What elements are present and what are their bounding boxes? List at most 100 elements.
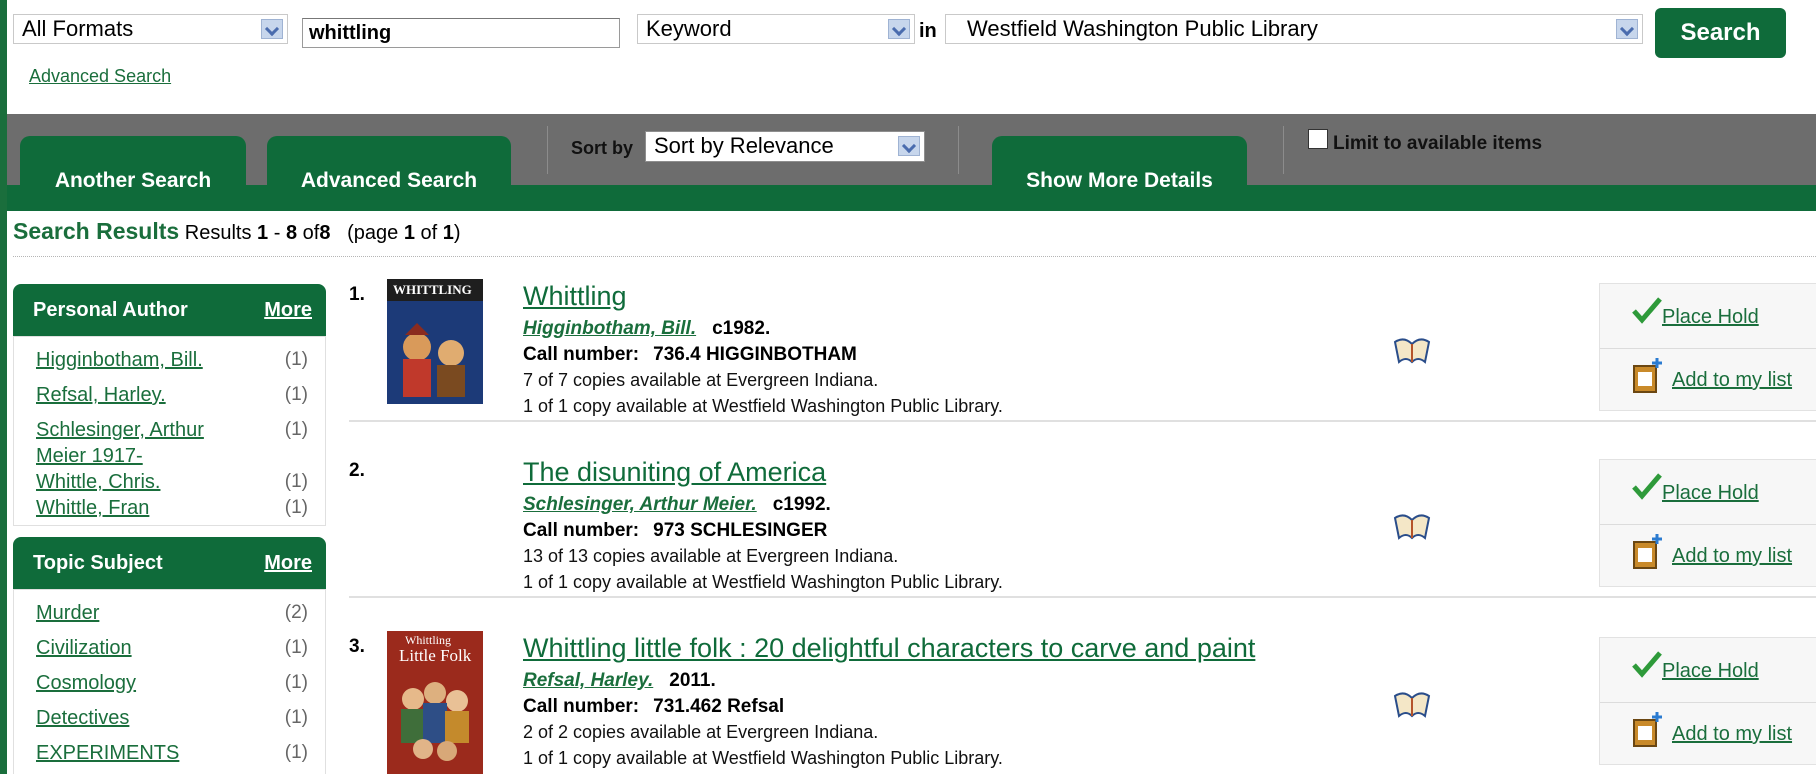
search-results-heading: Search Results [13,218,180,244]
search-type-value: Keyword [646,16,732,41]
call-number-label: Call number: [523,344,640,365]
facet-topic-item[interactable]: EXPERIMENTS [36,740,226,766]
format-select-value: All Formats [22,16,134,41]
action-divider [1600,348,1816,349]
limit-available-checkbox[interactable] [1308,129,1328,149]
library-select[interactable]: Westfield Washington Public Library [945,14,1643,44]
call-number-value: 736.4 HIGGINBOTHAM [653,344,857,365]
results-word: Results [184,222,252,244]
result-actions: Place Hold Add to my list [1599,459,1816,587]
facet-topic-item[interactable]: Cosmology [36,670,226,696]
chevron-down-icon [261,19,283,39]
book-cover-image[interactable]: Whittling Little Folk [387,631,483,774]
facet-author-item[interactable]: Whittle, Fran [36,495,226,521]
facet-title-author: Personal Author [33,298,188,321]
add-to-list-link[interactable]: Add to my list [1672,723,1792,746]
facet-topic-item[interactable]: Murder [36,600,226,626]
facet-count: (1) [284,471,308,492]
chevron-down-icon [898,136,920,156]
result-author-link[interactable]: Higginbotham, Bill. [523,318,696,339]
toolbar-divider [958,126,959,174]
page-number: 1 [403,222,415,244]
facet-header-topic: Topic Subject More [13,537,326,589]
availability-westfield: 1 of 1 copy available at Westfield Washi… [523,396,1003,416]
facet-topic-item[interactable]: Detectives [36,705,226,731]
results-to: 8 [285,222,298,244]
call-number-value: 731.462 Refsal [653,696,785,717]
page-open: (page [347,222,399,244]
availability-evergreen: 2 of 2 copies available at Evergreen Ind… [523,722,879,742]
result-number: 2. [349,460,365,481]
open-book-icon[interactable] [1392,686,1432,720]
facet-more-topic-link[interactable]: More [264,552,312,575]
result-number: 1. [349,284,365,305]
result-title-link[interactable]: Whittling little folk : 20 delightful ch… [523,633,1255,664]
results-dash: - [273,222,281,244]
call-number-value: 973 SCHLESINGER [653,520,828,541]
result-divider [349,420,1816,422]
facet-more-author-link[interactable]: More [264,299,312,322]
search-button[interactable]: Search [1655,8,1786,58]
clipboard-add-icon [1633,712,1662,747]
search-input[interactable] [302,18,620,48]
another-search-label: Another Search [54,168,212,192]
add-to-list-link[interactable]: Add to my list [1672,369,1792,392]
result-number: 3. [349,636,365,657]
open-book-icon[interactable] [1392,332,1432,366]
place-hold-link[interactable]: Place Hold [1662,306,1759,329]
facet-author-item[interactable]: Refsal, Harley. [36,382,226,408]
facet-title-topic: Topic Subject [33,551,163,574]
advanced-search-label: Advanced Search [300,168,478,192]
page-count: 1 [442,222,454,244]
format-select[interactable]: All Formats [13,14,288,44]
check-icon [1632,651,1662,678]
result-author-line: Refsal, Harley. 2011. [523,670,716,692]
in-label: in [919,20,937,42]
facet-count: (2) [284,602,308,623]
show-more-details-label: Show More Details [1026,168,1213,192]
book-cover-image[interactable]: WHITTLING [387,279,483,404]
facet-author-item[interactable]: Whittle, Chris. [36,469,226,495]
place-hold-link[interactable]: Place Hold [1662,482,1759,505]
result-title-link[interactable]: The disuniting of America [523,457,826,488]
facet-topic-item[interactable]: Civilization [36,635,226,661]
availability-westfield: 1 of 1 copy available at Westfield Washi… [523,572,1003,592]
result-actions: Place Hold Add to my list [1599,637,1816,765]
facet-header-author: Personal Author More [13,284,326,336]
result-author-line: Schlesinger, Arthur Meier. c1992. [523,494,831,516]
place-hold-link[interactable]: Place Hold [1662,660,1759,683]
facet-author-item[interactable]: Schlesinger, Arthur Meier 1917- [36,417,226,469]
result-author-link[interactable]: Refsal, Harley. [523,670,653,691]
open-book-icon[interactable] [1392,508,1432,542]
result-date: 2011. [669,670,716,691]
result-date: c1982. [712,318,771,339]
clipboard-add-icon [1633,534,1662,569]
show-more-details-tab[interactable]: Show More Details [992,136,1247,211]
results-from: 1 [257,222,269,244]
results-total: 8 [319,222,331,244]
sort-select[interactable]: Sort by Relevance [645,131,925,162]
cover-title-text: WHITTLING [393,282,472,297]
summary-divider [13,256,1816,257]
facet-count: (1) [284,707,308,728]
facet-list-topic: Murder (2) Civilization (1) Cosmology (1… [13,589,326,774]
search-type-select[interactable]: Keyword [637,14,915,44]
facet-count: (1) [284,384,308,405]
result-author-link[interactable]: Schlesinger, Arthur Meier. [523,494,757,515]
facet-author-item[interactable]: Higginbotham, Bill. [36,347,226,373]
results-of: of [302,222,320,244]
clipboard-add-icon [1633,358,1662,393]
results-summary: Search Results Results 1 - 8 of8 (page 1… [13,218,461,245]
limit-available-label[interactable]: Limit to available items [1333,133,1542,155]
advanced-search-tab[interactable]: Advanced Search [267,136,511,211]
advanced-search-link[interactable]: Advanced Search [29,66,171,87]
result-call-number: Call number: 731.462 Refsal [523,696,784,718]
add-to-list-link[interactable]: Add to my list [1672,545,1792,568]
chevron-down-icon [1616,19,1638,39]
facet-count: (1) [284,637,308,658]
another-search-tab[interactable]: Another Search [20,136,246,211]
availability-westfield: 1 of 1 copy available at Westfield Washi… [523,748,1003,768]
cover-title-text: Little Folk [399,646,472,665]
facet-count: (1) [284,672,308,693]
result-title-link[interactable]: Whittling [523,281,627,312]
